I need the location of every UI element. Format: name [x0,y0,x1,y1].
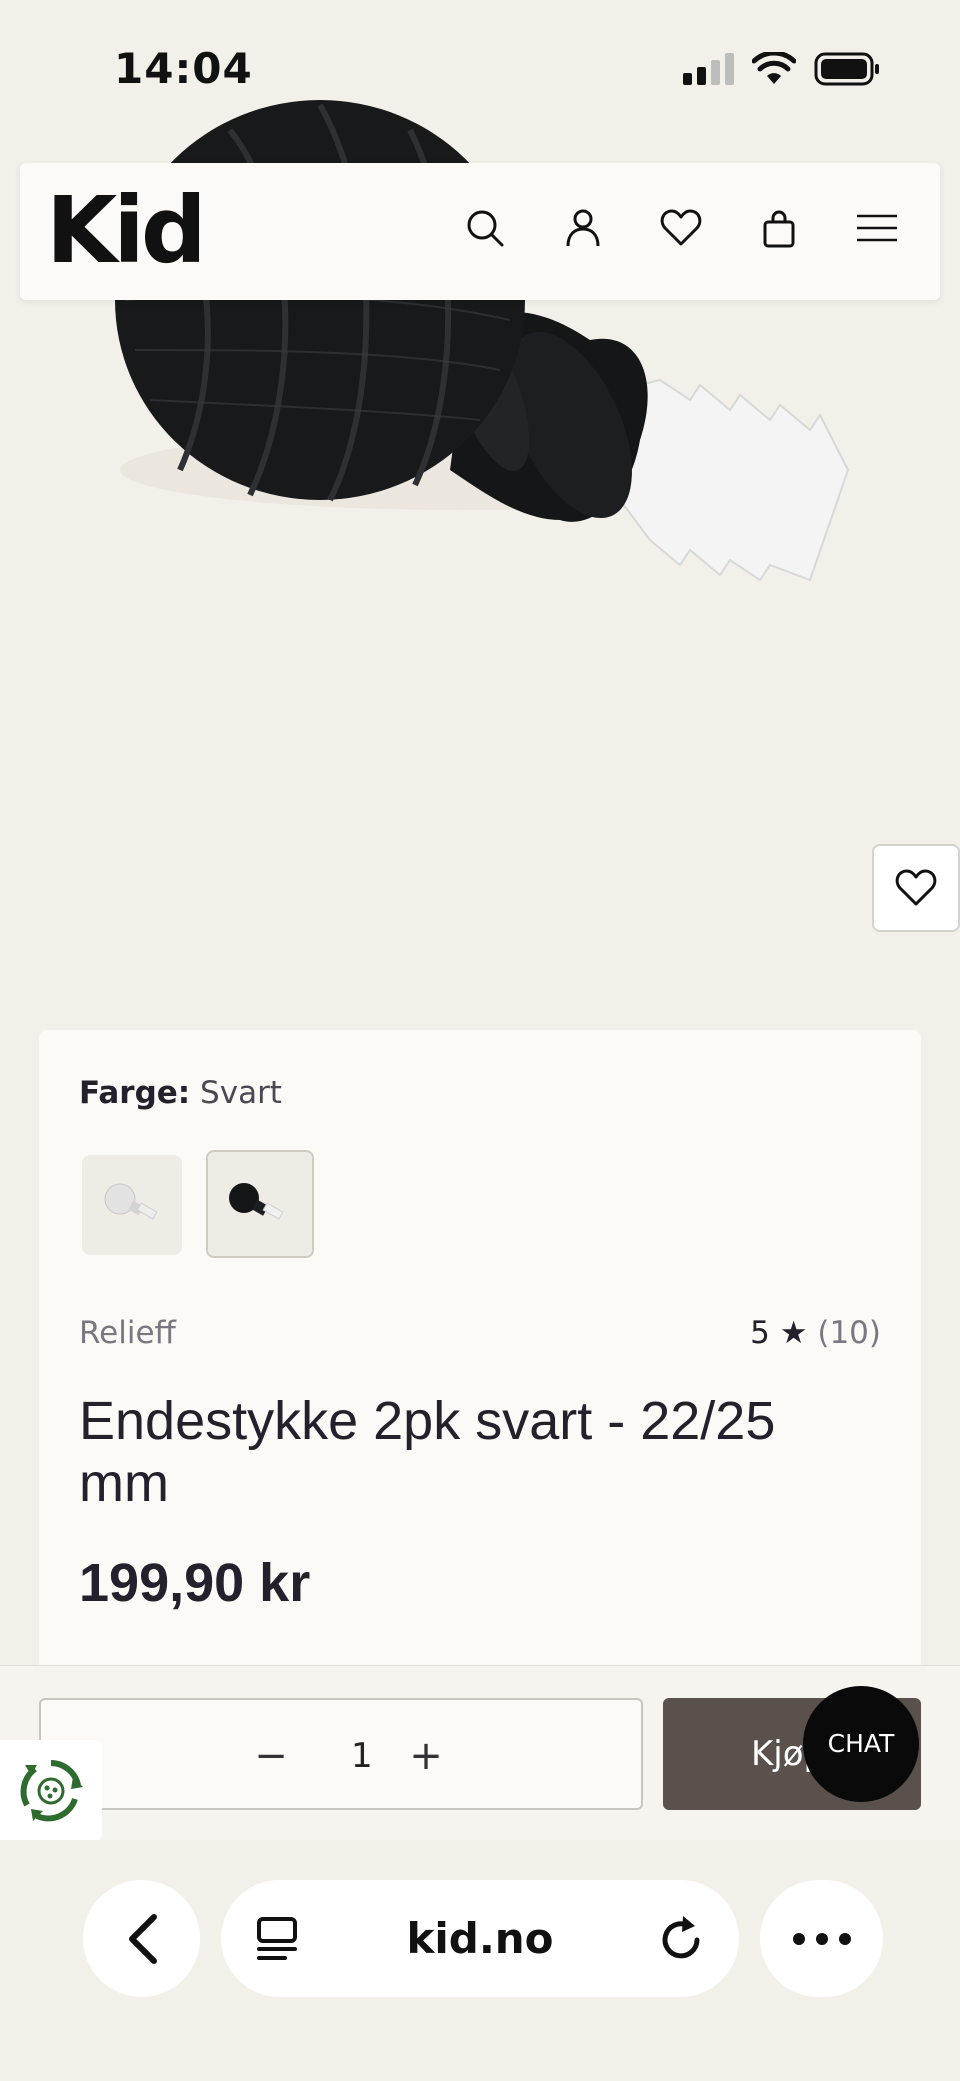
status-bar: 14:04 [0,0,960,140]
product-title: Endestykke 2pk svart - 22/25 mm [79,1391,776,1513]
product-rating[interactable]: 5 ★ (10) [750,1315,881,1351]
increase-quantity-button[interactable]: + [396,1728,456,1784]
chevron-left-icon [128,1913,157,1964]
recycle-badge[interactable] [0,1740,102,1842]
site-header: Kid [20,163,940,300]
product-info-card: Farge: Svart Relieff 5 ★ (10) Endestykke… [39,1030,921,1710]
color-swatch-black[interactable] [206,1150,314,1258]
rating-count: (10) [817,1315,881,1351]
more-options-button[interactable] [760,1880,883,1997]
status-time: 14:04 [114,44,253,93]
color-value: Svart [200,1075,282,1111]
color-swatch-white[interactable] [82,1155,182,1255]
decrease-quantity-button[interactable]: − [241,1728,301,1784]
shopping-bag-icon[interactable] [756,205,802,251]
wishlist-heart-icon[interactable] [658,205,704,251]
product-price: 199,90 kr [79,1553,311,1613]
product-brand[interactable]: Relieff [79,1315,176,1351]
header-icons [462,205,900,251]
curtain-finial-image [115,100,850,582]
battery-icon [814,52,879,86]
search-icon[interactable] [462,205,508,251]
heart-icon [895,869,937,906]
quantity-value[interactable]: 1 [351,1728,373,1784]
url-text: kid.no [406,1914,554,1963]
product-image [0,0,960,1010]
tabs-icon[interactable] [255,1916,301,1962]
wifi-icon [752,52,796,84]
color-label: Farge: [79,1075,191,1111]
rating-value: 5 ★ [750,1315,808,1351]
recycle-icon [20,1760,83,1822]
kid-logo[interactable]: Kid [46,181,207,281]
reload-icon[interactable] [659,1914,705,1962]
browser-toolbar: kid.no [0,1840,960,2081]
menu-icon[interactable] [854,205,900,251]
address-bar[interactable]: kid.no [221,1880,739,1997]
back-button[interactable] [83,1880,200,1997]
add-to-wishlist-button[interactable] [872,844,960,932]
cellular-signal-icon [683,53,734,85]
status-icons [683,52,880,86]
ellipsis-icon [792,1932,851,1945]
color-selector-label: Farge: Svart [79,1075,282,1111]
quantity-stepper: − 1 + [39,1698,643,1810]
chat-button[interactable]: CHAT [803,1686,919,1802]
account-icon[interactable] [560,205,606,251]
